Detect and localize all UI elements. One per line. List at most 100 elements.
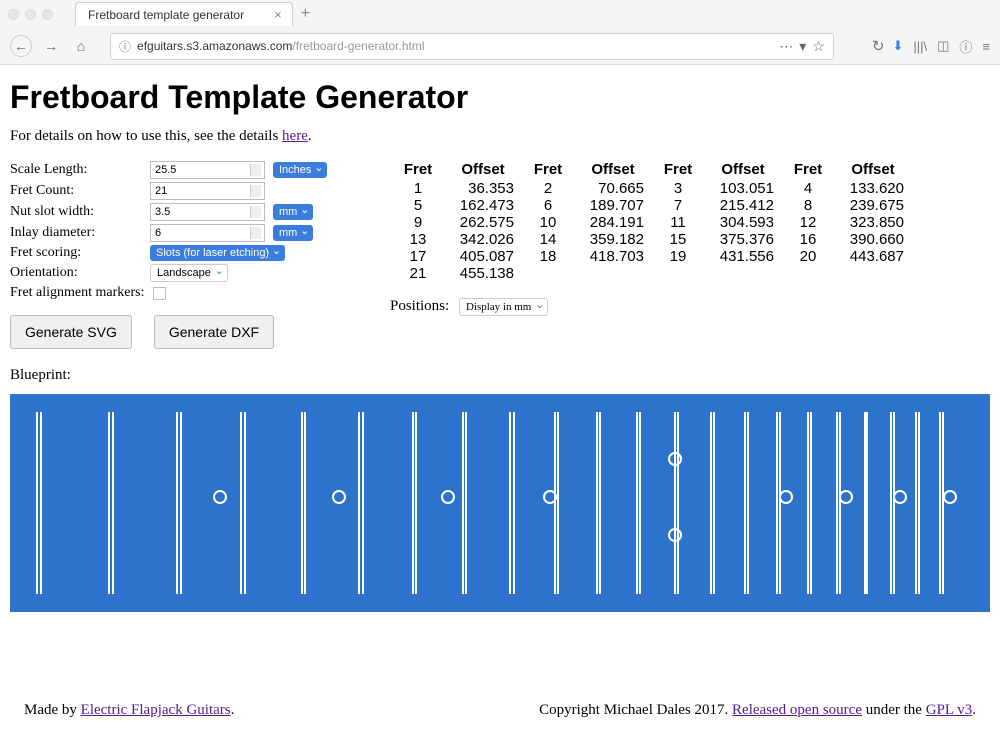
account-icon[interactable]: ⓘ <box>959 37 972 56</box>
fret-line <box>513 412 515 594</box>
generate-svg-button[interactable]: Generate SVG <box>10 315 132 349</box>
fret-line <box>939 412 941 594</box>
new-tab-button[interactable]: + <box>301 5 310 23</box>
inlay-diameter-unit[interactable]: mm <box>273 225 313 241</box>
fret-offset: 342.026 <box>446 231 520 248</box>
scale-length-input[interactable]: 25.5 <box>150 161 265 179</box>
fret-line <box>839 412 841 594</box>
more-icon[interactable]: ⋯ <box>779 38 793 55</box>
fret-num: 11 <box>650 214 706 231</box>
nav-bar: ← → ⌂ ⓘ efguitars.s3.amazonaws.com /fret… <box>0 28 1000 64</box>
alignment-markers-checkbox[interactable] <box>153 287 166 300</box>
fret-offset <box>706 265 780 282</box>
downloads-icon[interactable]: ⬇ <box>892 38 903 54</box>
nut-slot-input[interactable]: 3.5 <box>150 203 265 221</box>
col-fret-header: Fret <box>650 161 706 180</box>
forward-button[interactable]: → <box>40 35 62 57</box>
fret-line <box>244 412 246 594</box>
close-window[interactable] <box>8 9 19 20</box>
fret-num: 21 <box>390 265 446 282</box>
fret-offset: 418.703 <box>576 248 650 265</box>
fret-line <box>40 412 42 594</box>
fret-line <box>810 412 812 594</box>
fret-offset: 284.191 <box>576 214 650 231</box>
details-link[interactable]: here <box>282 128 308 144</box>
orientation-select[interactable]: Landscape <box>150 264 228 282</box>
footer-license-link[interactable]: GPL v3 <box>926 702 973 718</box>
browser-tab[interactable]: Fretboard template generator × <box>75 2 293 26</box>
fret-offset: 239.675 <box>836 197 910 214</box>
col-offset-header: Offset <box>836 161 910 180</box>
info-icon[interactable]: ⓘ <box>119 38 131 55</box>
close-tab-icon[interactable]: × <box>274 7 282 22</box>
positions-label: Positions: <box>390 298 449 314</box>
sidebar-icon[interactable]: ◫ <box>937 38 949 54</box>
library-icon[interactable]: |||\ <box>913 39 927 54</box>
fret-num: 2 <box>520 180 576 197</box>
fret-num: 10 <box>520 214 576 231</box>
reload-button[interactable]: ↻ <box>872 37 885 55</box>
fret-line <box>918 412 920 594</box>
fret-line <box>744 412 746 594</box>
fret-offset: 390.660 <box>836 231 910 248</box>
fret-scoring-select[interactable]: Slots (for laser etching) <box>150 245 285 261</box>
fret-offset <box>576 265 650 282</box>
inlay-marker <box>213 490 227 504</box>
fret-num: 16 <box>780 231 836 248</box>
inlay-marker <box>893 490 907 504</box>
fret-offset: 162.473 <box>446 197 520 214</box>
fret-offset: 455.138 <box>446 265 520 282</box>
alignment-markers-label: Fret alignment markers: <box>10 285 145 301</box>
form-column: Scale Length: 25.5 Inches Fret Count: 21… <box>10 161 350 349</box>
inlay-marker <box>668 528 682 542</box>
home-button[interactable]: ⌂ <box>70 35 92 57</box>
back-button[interactable]: ← <box>10 35 32 57</box>
zoom-window[interactable] <box>42 9 53 20</box>
col-offset-header: Offset <box>576 161 650 180</box>
url-bar[interactable]: ⓘ efguitars.s3.amazonaws.com /fretboard-… <box>110 33 834 60</box>
fret-count-input[interactable]: 21 <box>150 182 265 200</box>
fret-line <box>180 412 182 594</box>
inlay-marker <box>943 490 957 504</box>
fret-line <box>713 412 715 594</box>
nut-slot-unit[interactable]: mm <box>273 204 313 220</box>
fret-line <box>362 412 364 594</box>
fret-line <box>639 412 641 594</box>
inlay-marker <box>839 490 853 504</box>
fret-offset: 405.087 <box>446 248 520 265</box>
fret-line <box>301 412 303 594</box>
fret-line <box>747 412 749 594</box>
fret-num: 5 <box>390 197 446 214</box>
fret-line <box>240 412 242 594</box>
fret-line <box>677 412 679 594</box>
pocket-icon[interactable]: ▾ <box>799 38 806 55</box>
positions-select[interactable]: Display in mm <box>459 298 548 316</box>
fret-line <box>112 412 114 594</box>
bookmark-icon[interactable]: ☆ <box>812 38 825 55</box>
inlay-marker <box>779 490 793 504</box>
tab-title: Fretboard template generator <box>88 8 244 22</box>
fret-line <box>509 412 511 594</box>
tab-bar: Fretboard template generator × + <box>0 0 1000 28</box>
data-column: FretOffsetFretOffsetFretOffsetFretOffset… <box>390 161 990 349</box>
fret-line <box>36 412 38 594</box>
footer-opensource-link[interactable]: Released open source <box>732 702 862 718</box>
col-fret-header: Fret <box>390 161 446 180</box>
url-host: efguitars.s3.amazonaws.com <box>137 39 292 53</box>
generate-dxf-button[interactable]: Generate DXF <box>154 315 274 349</box>
fret-num: 15 <box>650 231 706 248</box>
fret-num <box>650 265 706 282</box>
minimize-window[interactable] <box>25 9 36 20</box>
menu-icon[interactable]: ≡ <box>982 39 990 54</box>
fret-line <box>557 412 559 594</box>
fret-line <box>304 412 306 594</box>
scale-length-unit[interactable]: Inches <box>273 162 327 178</box>
fret-line <box>108 412 110 594</box>
fret-line <box>465 412 467 594</box>
fret-num: 18 <box>520 248 576 265</box>
col-offset-header: Offset <box>706 161 780 180</box>
blueprint-canvas <box>10 394 990 612</box>
fret-line <box>358 412 360 594</box>
inlay-diameter-input[interactable]: 6 <box>150 224 265 242</box>
footer-maker-link[interactable]: Electric Flapjack Guitars <box>81 702 231 718</box>
